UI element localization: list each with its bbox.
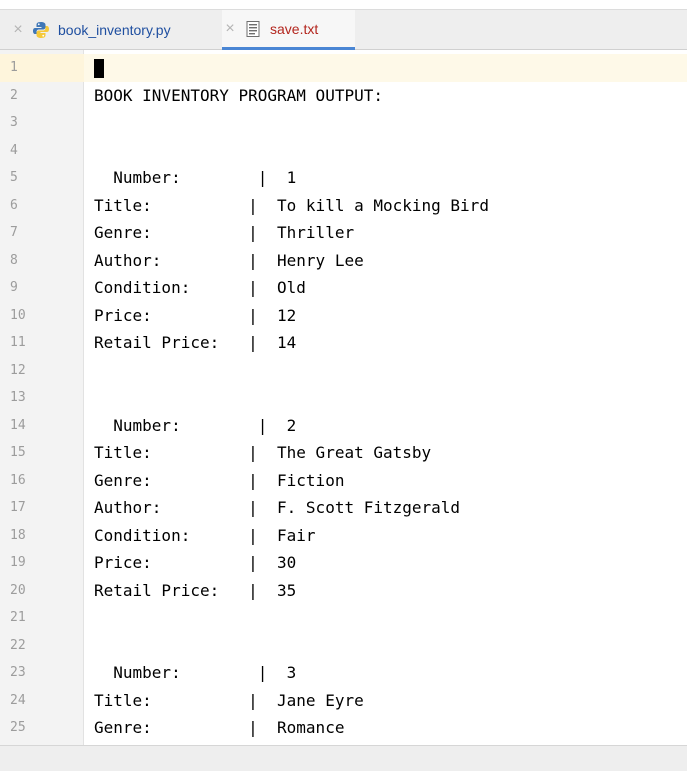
line-number: 9 xyxy=(10,280,18,295)
close-icon[interactable]: × xyxy=(222,20,238,38)
editor-window: × book_inventory.py × save.txt 1 2 3 4 5… xyxy=(0,0,687,771)
line-number: 19 xyxy=(10,555,26,570)
text-file-icon xyxy=(244,20,262,38)
line-number: 20 xyxy=(10,582,26,598)
tab-label: save.txt xyxy=(270,20,319,37)
code-line[interactable]: Number: | 3 xyxy=(94,659,489,687)
code-line[interactable]: Genre: | Thriller xyxy=(94,219,489,247)
code-line[interactable] xyxy=(94,604,489,632)
code-line[interactable] xyxy=(94,357,489,385)
line-number: 2 xyxy=(10,87,18,103)
line-number: 16 xyxy=(10,472,26,488)
tab-label: book_inventory.py xyxy=(58,22,171,38)
code-line[interactable]: Condition: | Fair xyxy=(94,522,489,550)
line-number: 18 xyxy=(10,527,26,543)
code-line[interactable] xyxy=(94,384,489,412)
line-number: 24 xyxy=(10,692,26,708)
code-line[interactable] xyxy=(94,137,489,165)
code-line[interactable]: Author: | F. Scott Fitzgerald xyxy=(94,494,489,522)
code-line[interactable]: Retail Price: | 35 xyxy=(94,577,489,605)
code-line[interactable]: Genre: | Romance xyxy=(94,714,489,742)
line-number: 5 xyxy=(10,170,18,185)
line-number: 17 xyxy=(10,500,26,515)
line-number: 14 xyxy=(10,417,26,433)
editor-area[interactable]: 1 2 3 4 5 6 7 8 9 10 11 12 13 14 15 16 1… xyxy=(0,50,687,745)
code-line[interactable]: Retail Price: | 14 xyxy=(94,329,489,357)
line-number: 6 xyxy=(10,197,18,213)
code-line[interactable]: Genre: | Fiction xyxy=(94,467,489,495)
text-caret xyxy=(94,59,104,78)
code-line[interactable]: Price: | 30 xyxy=(94,549,489,577)
code-line[interactable] xyxy=(94,632,489,660)
status-bar xyxy=(0,745,687,771)
line-number: 11 xyxy=(10,335,26,350)
line-number: 8 xyxy=(10,252,18,268)
line-number: 4 xyxy=(10,142,18,158)
close-icon[interactable]: × xyxy=(10,21,26,39)
code-line[interactable] xyxy=(94,54,489,82)
line-number: 12 xyxy=(10,362,26,378)
line-number: 23 xyxy=(10,665,26,680)
tab-bar: × book_inventory.py × save.txt xyxy=(0,9,687,50)
line-number: 3 xyxy=(10,115,18,130)
line-number: 22 xyxy=(10,637,26,653)
code-line[interactable]: Author: | Henry Lee xyxy=(94,247,489,275)
line-number: 1 xyxy=(10,60,18,75)
line-number: 25 xyxy=(10,720,26,735)
code-line[interactable]: Number: | 2 xyxy=(94,412,489,440)
line-numbers: 1 2 3 4 5 6 7 8 9 10 11 12 13 14 15 16 1… xyxy=(10,54,26,742)
code-line[interactable]: Title: | The Great Gatsby xyxy=(94,439,489,467)
line-number: 15 xyxy=(10,445,26,460)
line-number: 7 xyxy=(10,225,18,240)
window-top-strip xyxy=(0,0,687,9)
code-text[interactable]: BOOK INVENTORY PROGRAM OUTPUT: Number: |… xyxy=(94,54,489,742)
code-line[interactable]: Title: | Jane Eyre xyxy=(94,687,489,715)
code-line[interactable] xyxy=(94,109,489,137)
code-line[interactable]: Condition: | Old xyxy=(94,274,489,302)
code-line[interactable]: Price: | 12 xyxy=(94,302,489,330)
line-number: 21 xyxy=(10,610,26,625)
line-number: 10 xyxy=(10,307,26,323)
tab-book-inventory-py[interactable]: × book_inventory.py xyxy=(10,10,215,50)
code-line[interactable]: Number: | 1 xyxy=(94,164,489,192)
code-line[interactable]: Title: | To kill a Mocking Bird xyxy=(94,192,489,220)
python-file-icon xyxy=(32,21,50,39)
code-line[interactable]: BOOK INVENTORY PROGRAM OUTPUT: xyxy=(94,82,489,110)
tab-save-txt[interactable]: × save.txt xyxy=(222,10,355,50)
line-number: 13 xyxy=(10,390,26,405)
